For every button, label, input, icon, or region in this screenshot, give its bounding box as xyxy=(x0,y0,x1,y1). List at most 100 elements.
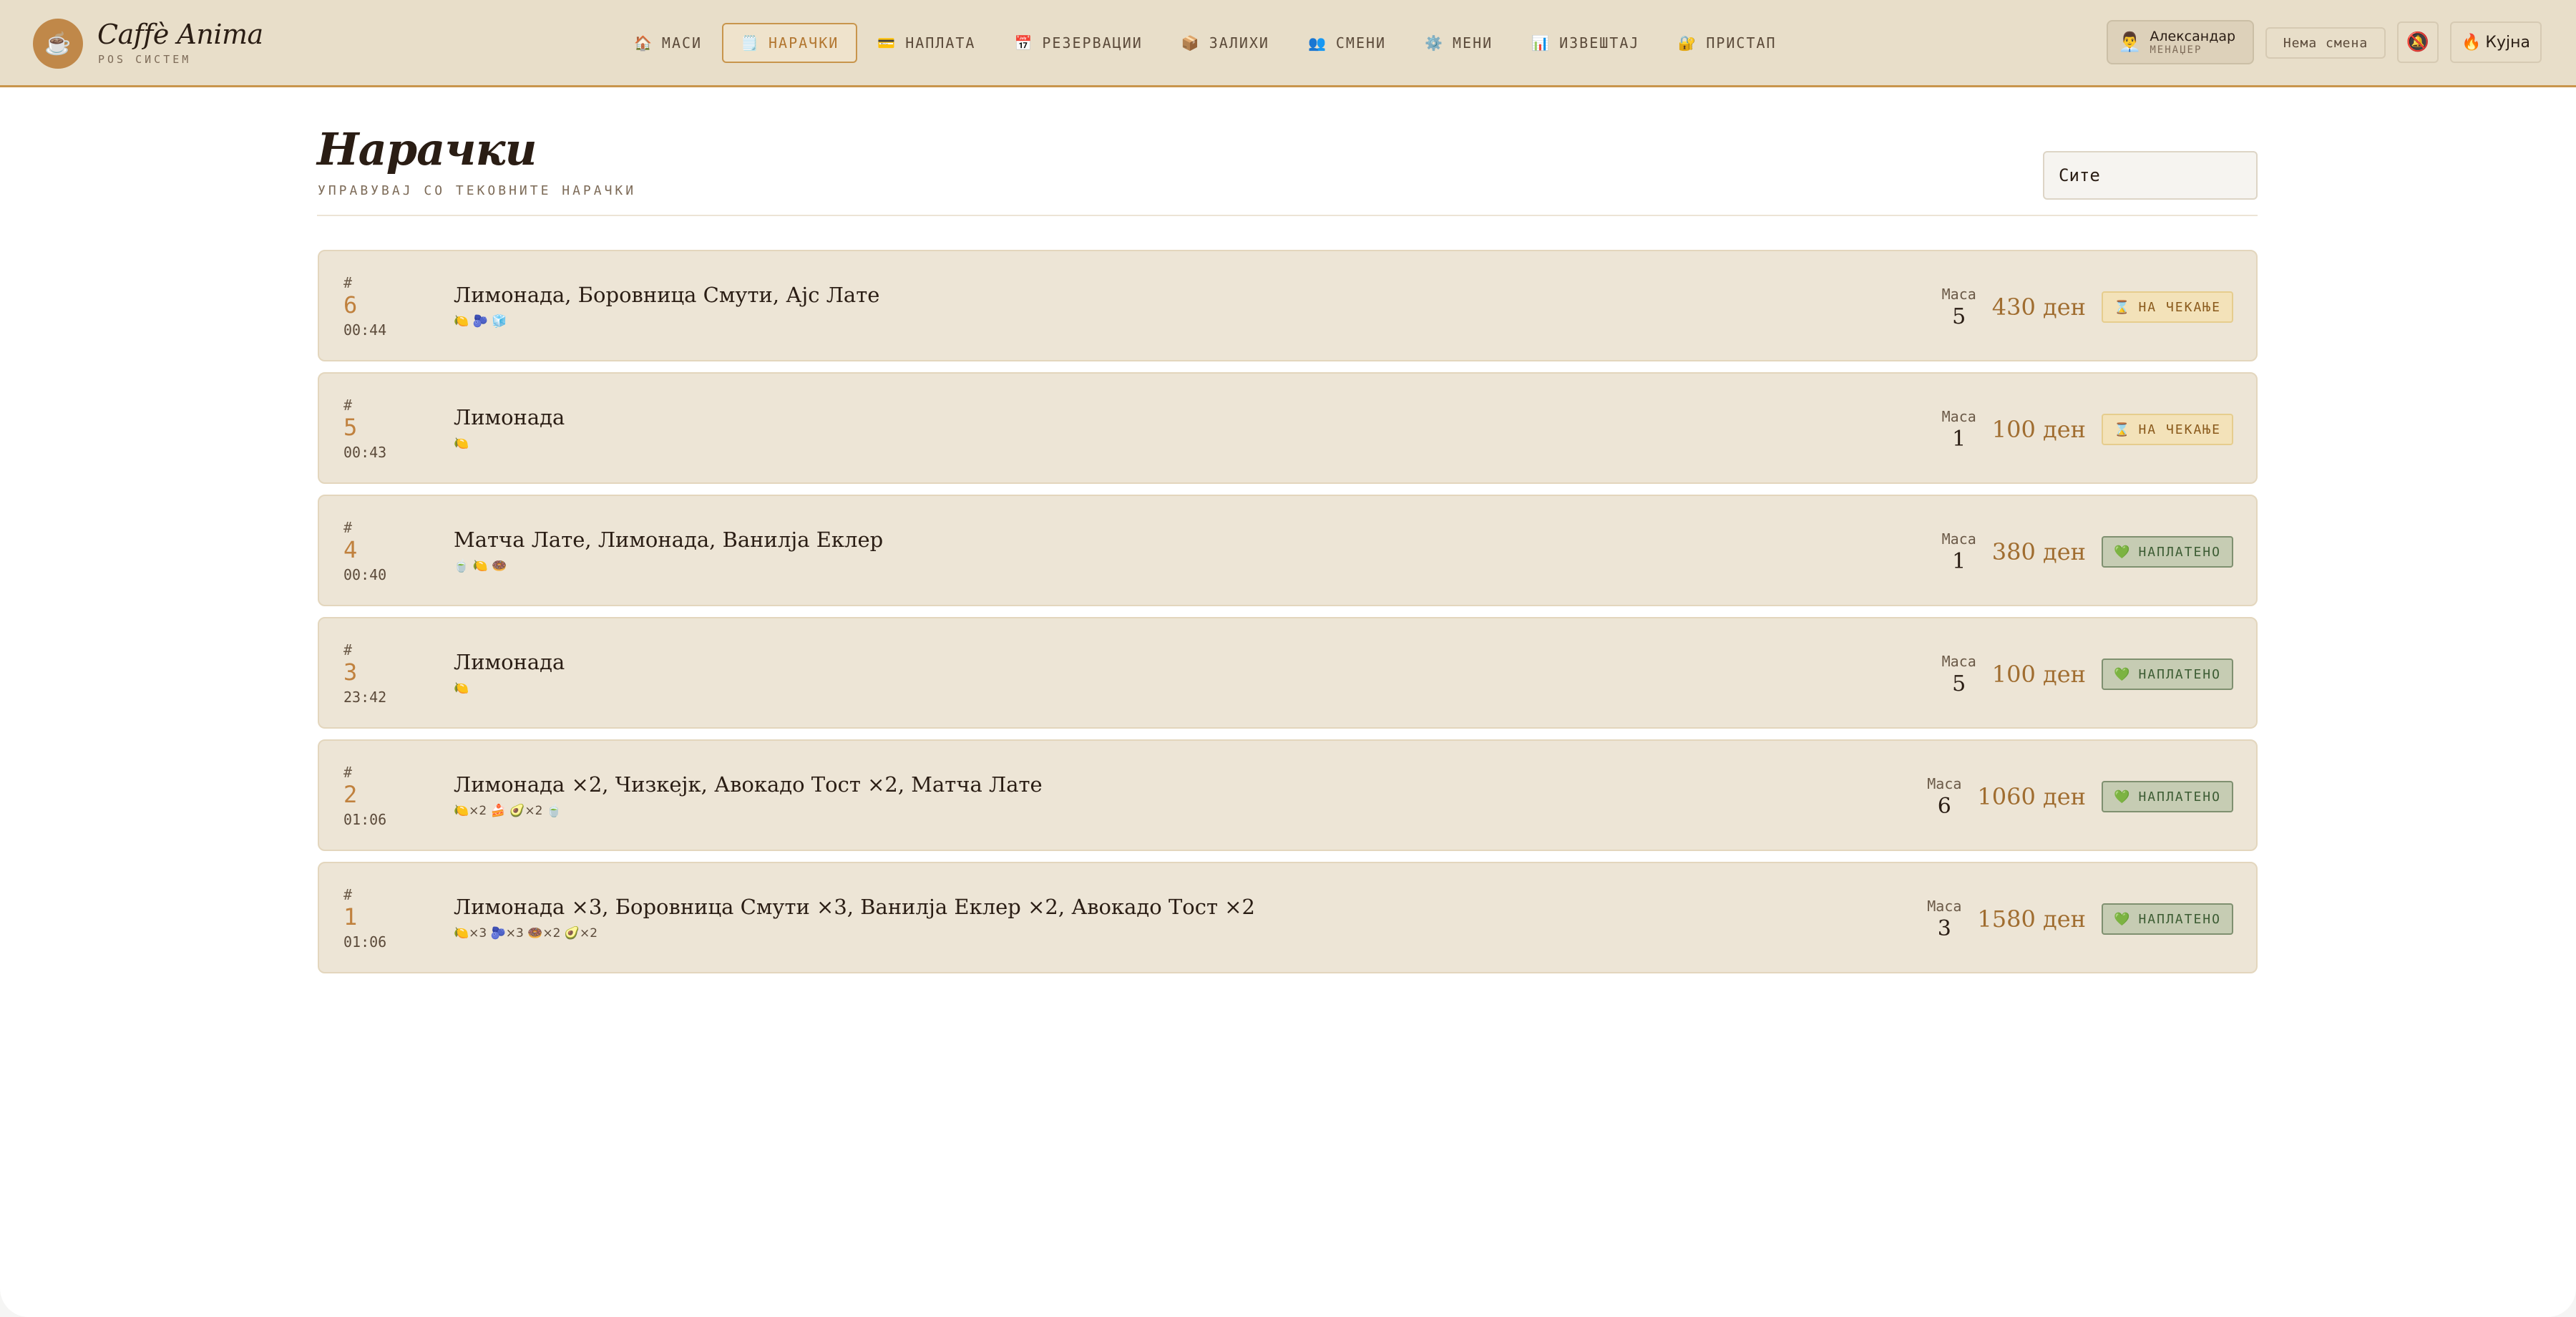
order-time: 00:44 xyxy=(343,321,387,339)
nav-item-shifts[interactable]: 👥 СМЕНИ xyxy=(1289,23,1405,63)
notepad-icon: 🗒️ xyxy=(741,34,760,52)
order-number: 4 xyxy=(343,536,358,563)
table-label: Маса xyxy=(1941,285,1976,303)
order-time: 01:06 xyxy=(343,933,387,951)
table-label: Маса xyxy=(1941,652,1976,670)
order-number: 5 xyxy=(343,414,358,441)
order-item-icons: 🍋 xyxy=(454,437,469,451)
order-total: 100 ден xyxy=(1991,661,2086,688)
status-label: НАПЛАТЕНО xyxy=(2138,911,2221,927)
status-label: НА ЧЕКАЊЕ xyxy=(2138,422,2221,437)
order-item-icons: 🍋 🫐 🧊 xyxy=(454,314,507,329)
order-time: 00:40 xyxy=(343,566,387,583)
brand-name: Caffè Anima xyxy=(97,19,263,50)
status-label: НА ЧЕКАЊЕ xyxy=(2138,299,2221,315)
nav-item-inventory[interactable]: 📦 ЗАЛИХИ xyxy=(1163,23,1288,63)
top-bar: ☕ Caffè Anima POS СИСТЕМ 🏠 МАСИ 🗒️ НАРАЧ… xyxy=(0,0,2576,87)
order-summary: Маса 5 100 ден 💚 НАПЛАТЕНО xyxy=(1942,644,2233,704)
order-item-icons: 🍋 xyxy=(454,681,469,696)
nav-item-payment[interactable]: 💳 НАПЛАТА xyxy=(859,23,994,63)
credit-card-icon: 💳 xyxy=(877,34,897,52)
status-badge[interactable]: 💚 НАПЛАТЕНО xyxy=(2102,903,2233,935)
table-number: 5 xyxy=(1952,303,1966,329)
nav-item-orders[interactable]: 🗒️ НАРАЧКИ xyxy=(722,23,858,63)
order-total: 430 ден xyxy=(1991,293,2086,321)
status-filter-select[interactable]: Сите xyxy=(2043,151,2258,200)
status-badge[interactable]: ⌛ НА ЧЕКАЊЕ xyxy=(2102,291,2233,323)
notifications-button[interactable]: 🔕 xyxy=(2397,21,2439,63)
green-heart-icon: 💚 xyxy=(2114,911,2132,927)
green-heart-icon: 💚 xyxy=(2114,789,2132,805)
user-name: Александар xyxy=(2150,29,2236,44)
page-subtitle: УПРАВУВАЈ СО ТЕКОВНИТЕ НАРАЧКИ xyxy=(318,183,637,198)
table-info: Маса 5 xyxy=(1942,286,1976,329)
order-total: 100 ден xyxy=(1991,416,2086,443)
status-badge[interactable]: 💚 НАПЛАТЕНО xyxy=(2102,781,2233,812)
order-item-icons: 🍵 🍋 🍩 xyxy=(454,559,507,573)
order-summary: Маса 6 1060 ден 💚 НАПЛАТЕНО xyxy=(1927,767,2233,827)
status-badge[interactable]: ⌛ НА ЧЕКАЊЕ xyxy=(2102,414,2233,445)
table-info: Маса 6 xyxy=(1927,775,1961,819)
order-number: 6 xyxy=(343,291,358,319)
order-number: 2 xyxy=(343,781,358,808)
divider xyxy=(317,215,2258,216)
nav-item-label: МАСИ xyxy=(661,34,703,52)
order-total: 1060 ден xyxy=(1977,783,2086,810)
status-badge[interactable]: 💚 НАПЛАТЕНО xyxy=(2102,536,2233,568)
order-number: 1 xyxy=(343,903,358,930)
lock-key-icon: 🔐 xyxy=(1678,34,1698,52)
nav-item-label: РЕЗЕРВАЦИИ xyxy=(1042,34,1143,52)
status-badge[interactable]: 💚 НАПЛАТЕНО xyxy=(2102,658,2233,690)
order-items: Лимонада ×2, Чизкејк, Авокадо Тост ×2, М… xyxy=(454,772,1043,797)
order-card[interactable]: # 2 01:06 Лимонада ×2, Чизкејк, Авокадо … xyxy=(318,739,2258,851)
order-card[interactable]: # 5 00:43 Лимонада 🍋 Маса 1 100 ден ⌛ НА… xyxy=(318,372,2258,484)
order-card[interactable]: # 1 01:06 Лимонада ×3, Боровница Смути ×… xyxy=(318,862,2258,973)
order-items: Лимонада xyxy=(454,405,565,429)
order-time: 00:43 xyxy=(343,444,387,461)
shift-status-button[interactable]: Нема смена xyxy=(2265,27,2386,59)
nav-item-access[interactable]: 🔐 ПРИСТАП xyxy=(1659,23,1795,63)
package-icon: 📦 xyxy=(1181,34,1201,52)
nav-item-label: МЕНИ xyxy=(1453,34,1493,52)
user-role: МЕНАЏЕР xyxy=(2150,44,2202,56)
table-info: Маса 5 xyxy=(1942,653,1976,696)
order-hash: # xyxy=(343,764,353,781)
table-number: 6 xyxy=(1937,793,1951,819)
brand-subtitle: POS СИСТЕМ xyxy=(98,53,192,66)
order-total: 1580 ден xyxy=(1977,905,2086,933)
order-summary: Маса 3 1580 ден 💚 НАПЛАТЕНО xyxy=(1927,889,2233,949)
page-title: Нарачки xyxy=(317,123,537,175)
table-info: Маса 3 xyxy=(1927,898,1961,941)
order-card[interactable]: # 3 23:42 Лимонада 🍋 Маса 5 100 ден 💚 НА… xyxy=(318,617,2258,729)
nav-item-report[interactable]: 📊 ИЗВЕШТАЈ xyxy=(1513,23,1658,63)
table-number: 5 xyxy=(1952,671,1966,696)
house-icon: 🏠 xyxy=(634,34,653,52)
orders-list: # 6 00:44 Лимонада, Боровница Смути, Ајс… xyxy=(318,250,2258,984)
nav-item-label: СМЕНИ xyxy=(1335,34,1387,52)
order-item-icons: 🍋×2 🍰 🥑×2 🍵 xyxy=(454,804,562,818)
nav-item-menu[interactable]: ⚙️ МЕНИ xyxy=(1406,23,1511,63)
manager-icon: 👨‍💼 xyxy=(2118,31,2142,53)
order-summary: Маса 1 100 ден ⌛ НА ЧЕКАЊЕ xyxy=(1942,399,2233,460)
main-nav: 🏠 МАСИ 🗒️ НАРАЧКИ 💳 НАПЛАТА 📅 РЕЗЕРВАЦИИ… xyxy=(615,23,1797,63)
status-label: НАПЛАТЕНО xyxy=(2138,544,2221,560)
kitchen-button[interactable]: 🔥 Кујна xyxy=(2450,21,2542,63)
nav-item-label: НАПЛАТА xyxy=(905,34,976,52)
green-heart-icon: 💚 xyxy=(2114,544,2132,560)
order-number: 3 xyxy=(343,658,358,686)
order-card[interactable]: # 4 00:40 Матча Лате, Лимонада, Ванилја … xyxy=(318,495,2258,606)
order-hash: # xyxy=(343,519,353,536)
user-profile[interactable]: 👨‍💼 Александар МЕНАЏЕР xyxy=(2107,20,2254,64)
order-hash: # xyxy=(343,641,353,658)
order-total: 380 ден xyxy=(1991,538,2086,565)
order-hash: # xyxy=(343,274,353,291)
nav-item-label: ПРИСТАП xyxy=(1706,34,1777,52)
nav-item-reservations[interactable]: 📅 РЕЗЕРВАЦИИ xyxy=(995,23,1161,63)
table-label: Маса xyxy=(1941,530,1976,548)
order-card[interactable]: # 6 00:44 Лимонада, Боровница Смути, Ајс… xyxy=(318,250,2258,361)
hourglass-icon: ⌛ xyxy=(2114,422,2132,437)
bell-muted-icon: 🔕 xyxy=(2406,31,2430,53)
order-items: Лимонада xyxy=(454,650,565,674)
nav-item-tables[interactable]: 🏠 МАСИ xyxy=(615,23,721,63)
order-summary: Маса 5 430 ден ⌛ НА ЧЕКАЊЕ xyxy=(1942,277,2233,337)
